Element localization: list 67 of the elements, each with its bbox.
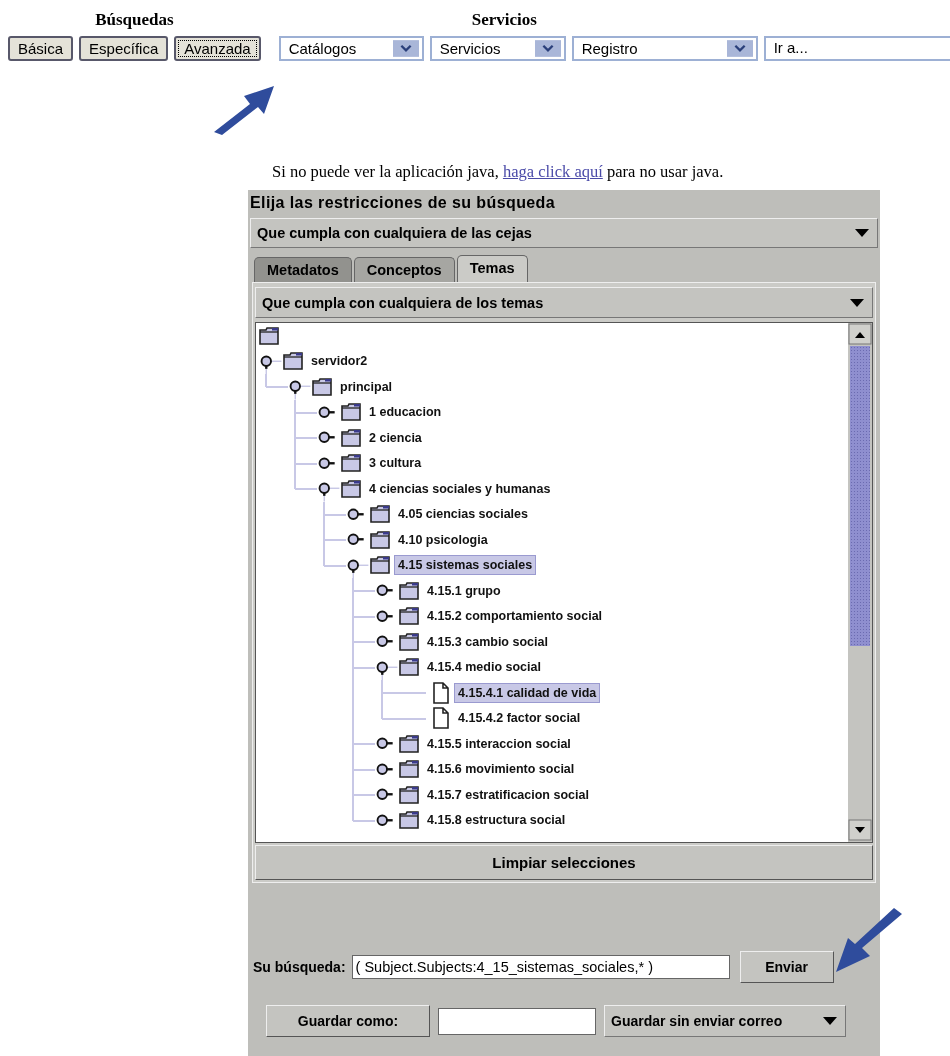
file-icon — [432, 681, 450, 704]
section-heading: Servicios — [470, 10, 538, 31]
tree-item[interactable]: 2 ciencia — [365, 427, 426, 448]
folder-icon — [259, 326, 279, 345]
folder-icon — [370, 505, 390, 524]
folder-icon — [399, 811, 419, 830]
folder-icon — [399, 658, 419, 677]
tree-item[interactable]: 4.15.8 estructura social — [423, 810, 570, 831]
save-mode-dropdown[interactable]: Guardar sin enviar correo — [604, 1005, 846, 1037]
search-mode-button[interactable]: Básica — [8, 36, 74, 61]
section-heading: Búsquedas — [95, 10, 174, 31]
tab[interactable]: Conceptos — [353, 257, 455, 282]
tree-item[interactable]: 4.10 psicologia — [394, 529, 492, 550]
folder-icon — [399, 785, 419, 804]
tree-item[interactable]: 1 educacion — [365, 402, 446, 423]
search-mode-button[interactable]: Avanzada — [174, 36, 261, 61]
tree-item[interactable]: 4.15.4.1 calidad de vida — [454, 682, 601, 703]
tab[interactable]: Metadatos — [254, 257, 352, 282]
topic-dropdown[interactable]: Que cumpla con cualquiera de los temas — [255, 287, 873, 318]
tree-item[interactable]: 4.15.1 grupo — [423, 580, 505, 601]
query-field[interactable]: ( Subject.Subjects:4_15_sistemas_sociales,* ) — [351, 955, 730, 979]
save-as-button[interactable]: Guardar como: — [266, 1005, 430, 1037]
folder-icon — [399, 607, 419, 626]
tree-item[interactable]: servidor2 — [307, 351, 372, 372]
tree-item[interactable]: 4 ciencias sociales y humanas — [365, 478, 555, 499]
tree-item[interactable]: 4.15.7 estratificacion social — [423, 784, 593, 805]
dropdown-arrow-icon — [855, 229, 869, 237]
tree-item[interactable]: 4.15.2 comportamiento social — [423, 606, 607, 627]
tree-item[interactable]: 4.15.6 movimiento social — [423, 759, 579, 780]
folder-icon — [283, 352, 303, 371]
folder-icon — [312, 377, 332, 396]
java-notice: Si no puede ver la aplicación java, haga click aquí para no usar java. — [272, 162, 724, 182]
scrollbar[interactable] — [848, 323, 872, 842]
folder-icon — [341, 479, 361, 498]
tree-item[interactable]: 3 cultura — [365, 453, 426, 474]
folder-icon — [399, 734, 419, 753]
scope-dropdown[interactable]: Que cumpla con cualquiera de las cejas — [250, 218, 878, 248]
folder-icon — [370, 530, 390, 549]
tree-item[interactable]: 4.15.5 interaccion social — [423, 733, 575, 754]
folder-icon — [399, 760, 419, 779]
dropdown[interactable]: Catálogos — [278, 36, 424, 61]
panel-title: Elija las restricciones de su búsqueda — [249, 193, 557, 213]
go-to-field[interactable]: Ir a... — [763, 36, 950, 61]
tree-item[interactable]: 4.05 ciencias sociales — [394, 504, 532, 525]
folder-icon — [370, 556, 390, 575]
folder-icon — [399, 632, 419, 651]
folder-icon — [341, 454, 361, 473]
dropdown-arrow-icon — [850, 298, 864, 307]
dropdown[interactable]: Registro — [571, 36, 758, 61]
dropdown[interactable]: Servicios — [429, 36, 566, 61]
tree-item[interactable]: principal — [336, 376, 397, 397]
save-name-field[interactable] — [438, 1007, 596, 1035]
no-java-link[interactable]: haga click aquí — [502, 162, 603, 181]
folder-icon — [399, 581, 419, 600]
search-mode-button[interactable]: Específica — [79, 36, 169, 61]
tab[interactable]: Temas — [456, 255, 528, 282]
folder-icon — [341, 428, 361, 447]
tree-item[interactable]: 4.15 sistemas sociales — [394, 555, 537, 576]
query-label: Su búsqueda: — [253, 959, 346, 975]
dropdown-arrow-icon — [823, 1017, 837, 1025]
file-icon — [432, 707, 450, 730]
folder-icon — [341, 403, 361, 422]
tree-item[interactable]: 4.15.4 medio social — [423, 657, 545, 678]
send-button[interactable]: Enviar — [739, 951, 834, 983]
tree-item[interactable]: 4.15.4.2 factor social — [454, 708, 585, 729]
clear-selections-button[interactable]: Limpiar selecciones — [255, 845, 873, 880]
tree-item[interactable]: 4.15.3 cambio social — [423, 631, 552, 652]
